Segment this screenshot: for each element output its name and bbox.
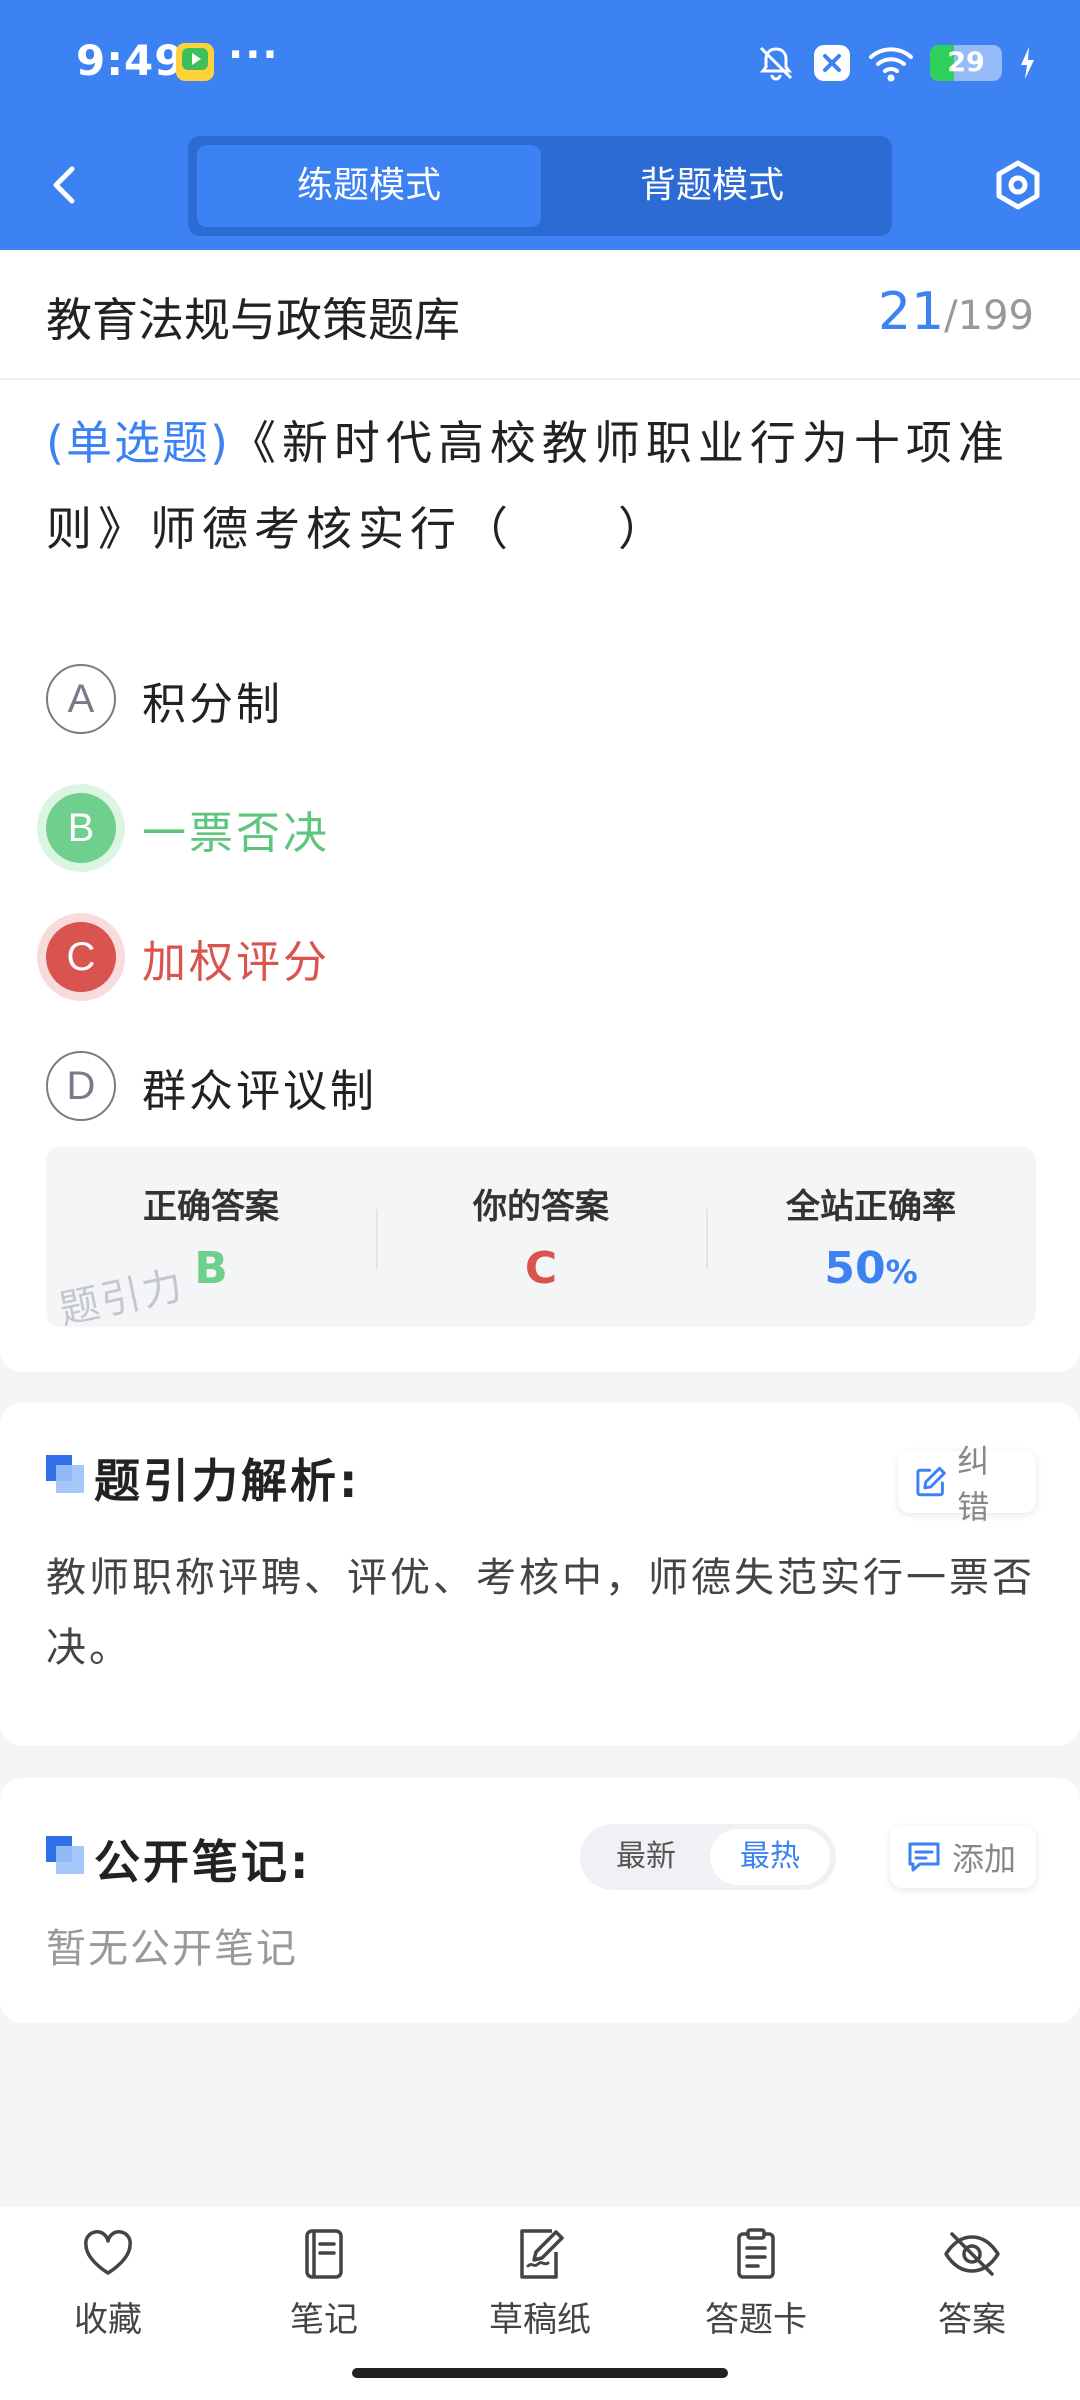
- battery-icon: 29: [930, 45, 1002, 81]
- question-bank-title: 教育法规与政策题库: [46, 293, 460, 347]
- total-question-count: 199: [957, 293, 1034, 339]
- question-card: 教育法规与政策题库 21/199 (单选题)《新时代高校教师职业行为十项准则》师…: [0, 250, 1080, 1372]
- app-header: 9:49 ··· 29 练题模式 背题模式: [0, 0, 1080, 250]
- current-question-number: 21: [877, 282, 945, 342]
- analysis-text: 教师职称评聘、评优、考核中，师德失范实行一票否决。: [46, 1555, 1035, 1671]
- nav-bar: 练题模式 背题模式: [0, 125, 1080, 250]
- analysis-title: 题引力解析:: [94, 1454, 361, 1508]
- your-answer-value: C: [524, 1243, 558, 1294]
- app-notification-icon: [176, 43, 214, 81]
- option-letter: D: [46, 1051, 116, 1121]
- question-progress[interactable]: 21/199: [878, 282, 1034, 342]
- question-stem: (单选题)《新时代高校教师职业行为十项准则》师德考核实行（ ）: [46, 400, 1036, 572]
- battery-level: 29: [947, 47, 985, 78]
- show-answer-button[interactable]: 答案: [864, 2226, 1080, 2356]
- draft-paper-icon: [520, 2229, 564, 2279]
- notes-label: 笔记: [290, 2300, 358, 2340]
- option-text: 加权评分: [142, 937, 330, 988]
- accuracy-rate-label: 全站正确率: [786, 1187, 956, 1227]
- home-indicator[interactable]: [352, 2368, 728, 2378]
- settings-hexagon-icon: [996, 160, 1040, 210]
- draft-paper-button[interactable]: 草稿纸: [432, 2226, 648, 2356]
- eye-off-icon: [944, 2232, 1000, 2276]
- notes-sort-toggle: 最新 最热: [580, 1824, 836, 1890]
- status-bar: 9:49 ··· 29: [0, 0, 1080, 125]
- draft-paper-label: 草稿纸: [489, 2300, 591, 2340]
- option-d[interactable]: D 群众评议制: [36, 1041, 936, 1131]
- mode-switch: 练题模式 背题模式: [188, 136, 892, 236]
- blocked-notification-icon: [814, 45, 850, 81]
- answer-sheet-button[interactable]: 答题卡: [648, 2226, 864, 2356]
- back-button[interactable]: [40, 155, 90, 215]
- progress-separator: /: [944, 293, 958, 339]
- favorite-label: 收藏: [74, 2300, 142, 2340]
- sort-latest-option[interactable]: 最新: [586, 1829, 706, 1885]
- option-letter: B: [46, 793, 116, 863]
- notes-empty-text: 暂无公开笔记: [46, 1926, 298, 1972]
- public-notes-card: 公开笔记: 最新 最热 添加 暂无公开笔记: [0, 1778, 1080, 2023]
- accuracy-rate-number: 50: [824, 1243, 886, 1294]
- report-error-label: 纠错: [957, 1442, 990, 1526]
- notes-button[interactable]: 笔记: [216, 2226, 432, 2356]
- question-bank-row: 教育法规与政策题库 21/199: [0, 250, 1080, 380]
- sort-hottest-option[interactable]: 最热: [710, 1829, 830, 1885]
- option-text: 积分制: [142, 679, 283, 730]
- notes-title: 公开笔记:: [94, 1835, 312, 1889]
- answer-result-box: 正确答案 B 你的答案 C 全站正确率 50% 题引力: [46, 1147, 1036, 1334]
- answer-sheet-label: 答题卡: [705, 2300, 807, 2340]
- analysis-card: 题引力解析: 纠错 教师职称评聘、评优、考核中，师德失范实行一票否决。: [0, 1403, 1080, 1746]
- show-answer-label: 答案: [938, 2300, 1006, 2340]
- status-time: 9:49: [76, 36, 185, 85]
- add-note-button[interactable]: 添加: [890, 1826, 1036, 1888]
- report-error-button[interactable]: 纠错: [898, 1442, 1036, 1526]
- option-letter: C: [46, 922, 116, 992]
- section-square-icon: [46, 1836, 84, 1874]
- option-text: 群众评议制: [142, 1066, 377, 1117]
- accuracy-rate-stat: 全站正确率 50%: [706, 1147, 1036, 1327]
- question-type: (单选题): [46, 416, 230, 470]
- answer-sheet-icon: [737, 2228, 775, 2279]
- option-text: 一票否决: [142, 808, 330, 859]
- tab-practice-mode[interactable]: 练题模式: [197, 145, 541, 227]
- add-note-label: 添加: [952, 1840, 1017, 1878]
- option-letter: A: [46, 664, 116, 734]
- option-c[interactable]: C 加权评分: [36, 912, 936, 1002]
- chevron-left-icon: [53, 166, 75, 204]
- edit-icon: [916, 1466, 946, 1497]
- charging-icon: [1021, 47, 1034, 79]
- wifi-icon: [869, 47, 913, 82]
- your-answer-label: 你的答案: [473, 1187, 609, 1227]
- option-b[interactable]: B 一票否决: [36, 783, 936, 873]
- tab-review-mode[interactable]: 背题模式: [540, 145, 884, 227]
- mute-bell-icon: [759, 46, 793, 81]
- status-icons: 29: [756, 38, 1036, 88]
- comment-icon: [908, 1842, 940, 1872]
- favorite-button[interactable]: 收藏: [0, 2226, 216, 2356]
- section-square-icon: [46, 1455, 84, 1493]
- option-a[interactable]: A 积分制: [36, 654, 936, 744]
- heart-icon: [84, 2230, 132, 2275]
- accuracy-rate-unit: %: [885, 1253, 918, 1291]
- notebook-icon: [305, 2229, 343, 2279]
- your-answer-stat: 你的答案 C: [376, 1147, 706, 1327]
- more-notifications-icon: ···: [228, 32, 280, 78]
- accuracy-rate-value: 50%: [706, 1243, 1036, 1294]
- settings-button[interactable]: [990, 155, 1046, 215]
- correct-answer-label: 正确答案: [143, 1187, 279, 1227]
